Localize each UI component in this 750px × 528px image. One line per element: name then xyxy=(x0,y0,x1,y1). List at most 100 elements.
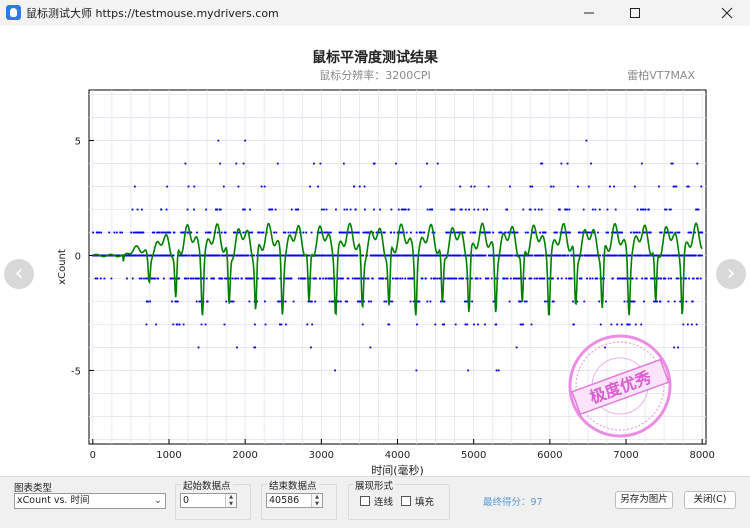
scatter-point xyxy=(356,254,359,257)
scatter-point xyxy=(155,323,158,326)
chart-type-select[interactable]: xCount vs. 时间 ⌄ xyxy=(14,493,166,509)
scatter-point xyxy=(311,323,314,326)
scatter-point xyxy=(415,231,418,234)
scatter-point xyxy=(222,185,225,188)
scatter-point xyxy=(405,231,408,234)
scatter-point xyxy=(673,185,676,188)
scatter-point xyxy=(306,323,309,326)
scatter-point xyxy=(169,231,172,234)
scatter-point xyxy=(392,277,394,280)
scatter-point xyxy=(237,277,240,280)
close-window-button[interactable] xyxy=(704,0,750,26)
scatter-point xyxy=(566,208,569,211)
scatter-point xyxy=(506,277,509,280)
scatter-point xyxy=(598,208,601,211)
close-button[interactable]: 关闭(C) xyxy=(684,491,736,509)
scatter-point xyxy=(591,277,594,280)
scatter-point xyxy=(172,323,175,326)
scatter-point xyxy=(633,231,636,234)
scatter-point xyxy=(331,277,334,280)
scatter-point xyxy=(244,139,247,142)
scatter-point xyxy=(235,277,237,280)
scatter-point xyxy=(351,277,354,280)
scatter-point xyxy=(685,300,688,303)
scatter-point xyxy=(451,231,454,234)
previous-chart-button[interactable]: ‹ xyxy=(4,259,34,289)
scatter-point xyxy=(161,231,164,234)
maximize-button[interactable] xyxy=(612,0,658,26)
scatter-point xyxy=(529,208,532,211)
scatter-point xyxy=(643,254,646,257)
scatter-point xyxy=(443,300,446,303)
scatter-point xyxy=(678,231,681,234)
scatter-point xyxy=(121,231,123,234)
scatter-point xyxy=(594,208,597,211)
scatter-point xyxy=(465,300,468,303)
scatter-point xyxy=(572,300,574,303)
scatter-point xyxy=(216,231,219,234)
scatter-point xyxy=(225,300,228,303)
scatter-point xyxy=(234,231,237,234)
minimize-button[interactable] xyxy=(566,0,612,26)
scatter-point xyxy=(305,231,307,234)
scatter-point xyxy=(321,208,323,211)
start-point-input[interactable]: 0 ▲ ▼ xyxy=(180,493,237,508)
scatter-point xyxy=(686,323,689,326)
scatter-point xyxy=(636,231,639,234)
scatter-point xyxy=(395,162,397,165)
save-as-image-button[interactable]: 另存为图片 xyxy=(615,491,673,509)
scatter-point xyxy=(186,208,189,211)
start-point-stepper[interactable]: ▲ ▼ xyxy=(225,494,236,507)
scatter-point xyxy=(356,277,359,280)
scatter-point xyxy=(335,208,337,211)
scatter-point xyxy=(668,254,671,257)
end-point-label: 结束数据点 xyxy=(267,478,319,492)
scatter-point xyxy=(276,162,279,165)
end-point-stepper[interactable]: ▲ ▼ xyxy=(311,494,322,507)
scatter-point xyxy=(530,277,533,280)
scatter-point xyxy=(599,323,602,326)
scatter-point xyxy=(596,277,598,280)
scatter-point xyxy=(248,300,251,303)
scatter-point xyxy=(656,300,658,303)
scatter-point xyxy=(258,231,261,234)
scatter-point xyxy=(371,277,374,280)
scatter-point xyxy=(130,231,133,234)
line-checkbox[interactable] xyxy=(360,496,370,506)
scatter-point xyxy=(354,208,357,211)
scatter-point xyxy=(645,277,648,280)
scatter-point xyxy=(447,231,450,234)
scatter-point xyxy=(537,208,540,211)
scatter-point xyxy=(385,300,388,303)
scatter-point xyxy=(434,277,436,280)
scatter-point xyxy=(495,369,498,372)
scatter-point xyxy=(623,300,626,303)
scatter-point xyxy=(424,277,427,280)
scatter-point xyxy=(197,277,200,280)
end-point-input[interactable]: 40586 ▲ ▼ xyxy=(266,493,323,508)
scatter-point xyxy=(274,208,277,211)
scatter-point xyxy=(224,231,227,234)
scatter-point xyxy=(304,277,307,280)
chevron-left-icon: ‹ xyxy=(14,261,24,286)
scatter-point xyxy=(138,277,141,280)
y-tick-label: 5 xyxy=(75,137,81,148)
scatter-point xyxy=(543,277,546,280)
y-tick-label: -5 xyxy=(71,366,81,377)
scatter-point xyxy=(682,323,685,326)
scatter-point xyxy=(509,277,512,280)
scatter-point xyxy=(429,300,432,303)
fill-checkbox[interactable] xyxy=(401,496,411,506)
scatter-point xyxy=(250,277,253,280)
scatter-point xyxy=(550,185,552,188)
scatter-point xyxy=(589,277,591,280)
scatter-point xyxy=(235,162,238,165)
next-chart-button[interactable]: › xyxy=(716,259,746,289)
scatter-point xyxy=(290,277,293,280)
scatter-point xyxy=(606,208,609,211)
scatter-point xyxy=(145,323,148,326)
scatter-point xyxy=(142,231,145,234)
scatter-point xyxy=(527,231,529,234)
scatter-point xyxy=(96,277,99,280)
scatter-point xyxy=(490,277,493,280)
